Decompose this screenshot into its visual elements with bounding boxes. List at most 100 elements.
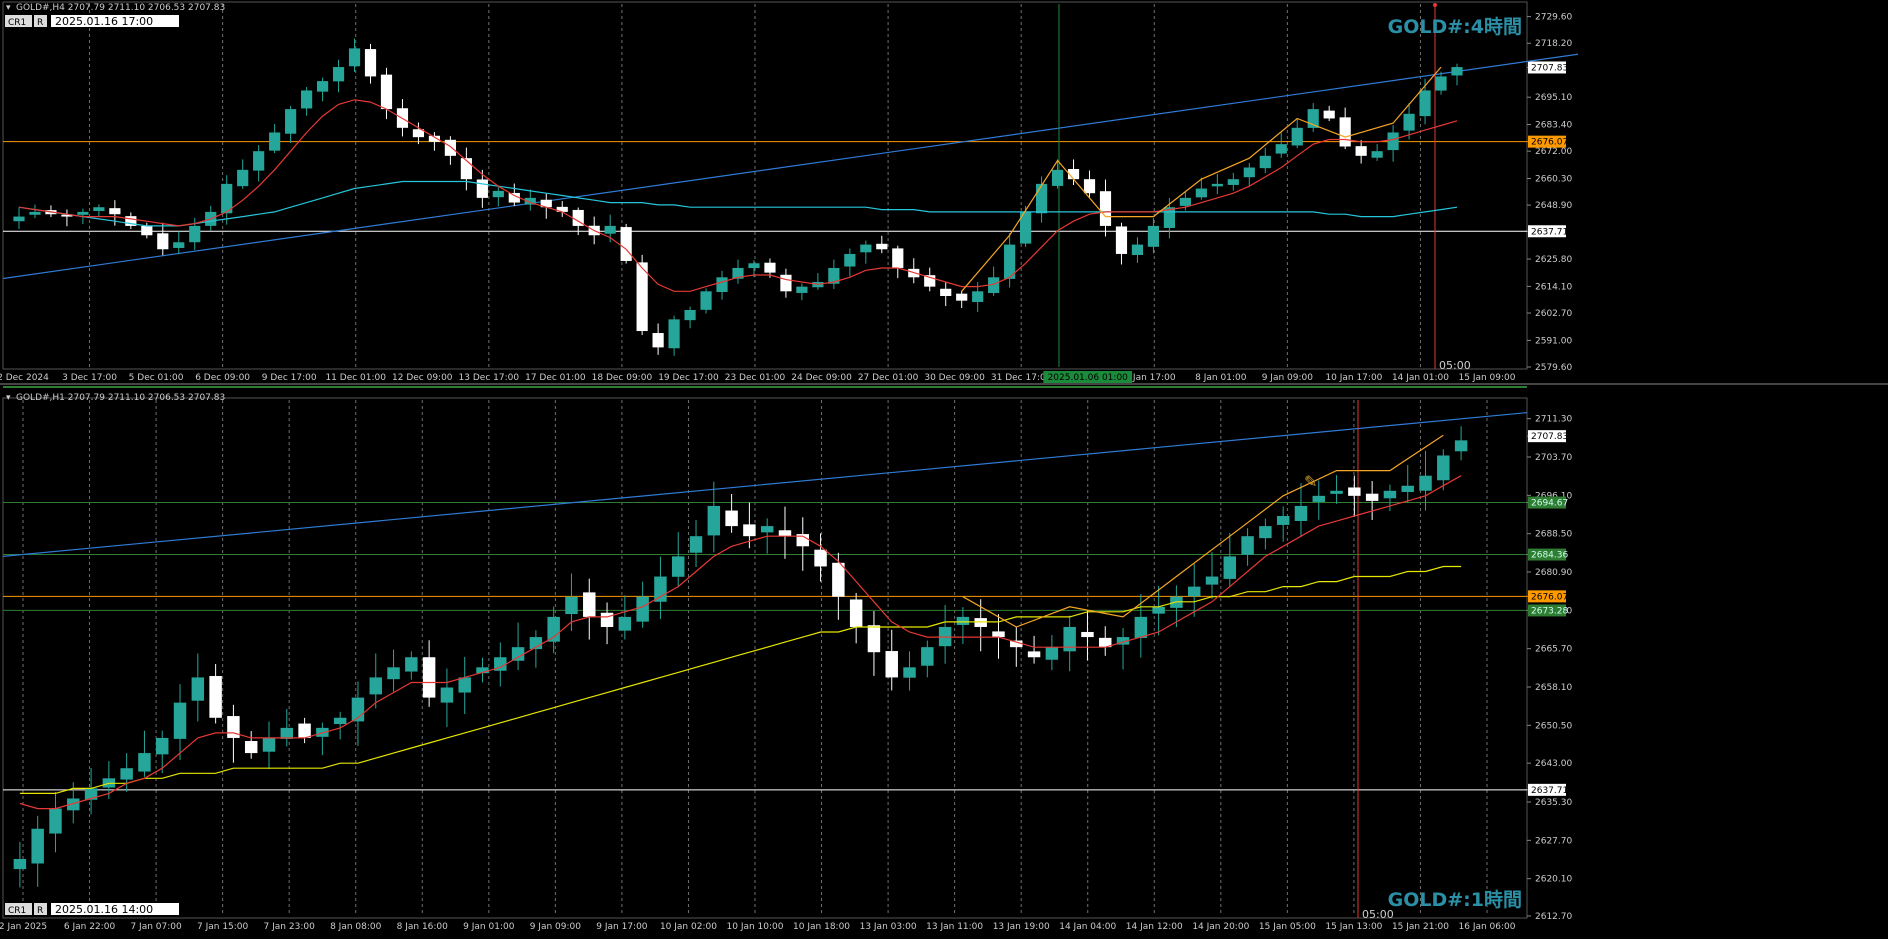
panel-h1[interactable]: 2 Jan 2025 6 Jan 22:00 7 Jan 07:00 7 Jan 15… (0, 393, 1572, 932)
candle-body (333, 717, 347, 725)
x-tick-label: 14 Jan 01:00 (1392, 373, 1449, 383)
candle-body (1387, 132, 1399, 151)
candle-body (1437, 455, 1450, 481)
candle-body (748, 263, 760, 269)
x-tick-label: 10 Jan 18:00 (793, 922, 850, 932)
candle-body (885, 651, 898, 678)
candle-body (244, 741, 258, 754)
x-tick-label: 10 Jan 10:00 (727, 922, 784, 932)
panel-header-ohlc: GOLD#,H4 2707.79 2711.10 2706.53 2707.83 (16, 3, 225, 13)
candle-body (492, 190, 504, 198)
candle-body (380, 74, 393, 110)
x-tick-label: 23 Dec 01:00 (725, 373, 786, 383)
candle-body (458, 677, 471, 693)
moving-average-slow-line (19, 565, 1462, 795)
candle-body (141, 225, 153, 236)
candle-body (892, 248, 904, 268)
y-tick-label: 2602.70 (1535, 309, 1572, 319)
trendline[interactable] (2, 412, 1528, 557)
candle-body (1051, 169, 1064, 186)
price-tag-label: 2676.07 (1531, 592, 1568, 602)
candle-body (77, 211, 89, 215)
chart-watermark-title: GOLD#:4時間 (1388, 16, 1522, 38)
x-tick-label: 6 Jan 22:00 (64, 922, 116, 932)
candle-body (1259, 526, 1272, 539)
candle-body (1083, 179, 1096, 194)
x-tick-label: 14 Jan 12:00 (1126, 922, 1183, 932)
candle-body (956, 616, 970, 625)
x-tick-label: 3 Dec 17:00 (62, 373, 117, 383)
candle-body (1276, 516, 1290, 525)
candle-body (298, 723, 311, 738)
y-tick-label: 2672.00 (1535, 147, 1572, 157)
y-tick-label: 2658.10 (1535, 683, 1572, 693)
candle-body (671, 556, 685, 577)
y-tick-label: 2614.10 (1535, 282, 1572, 292)
candle-body (796, 286, 808, 293)
x-tick-label: 7 Jan 07:00 (130, 922, 182, 932)
candle-body (1205, 576, 1219, 585)
x-tick-label: 13 Dec 17:00 (459, 373, 520, 383)
badge-label: CR1 (8, 18, 26, 28)
candle-body (760, 526, 774, 533)
badge-label: R (37, 18, 43, 28)
candle-body (138, 753, 151, 772)
y-tick-label: 2620.10 (1535, 875, 1572, 885)
panel-menu-icon: ▾ (6, 393, 11, 403)
y-tick-label: 2683.40 (1535, 121, 1572, 131)
candle-body (1435, 76, 1447, 91)
candle-body (511, 647, 525, 661)
y-tick-label: 2695.10 (1535, 93, 1572, 103)
candle-body (1403, 113, 1415, 131)
panel-menu-icon: ▾ (6, 3, 11, 13)
panel-separator (0, 383, 1888, 385)
x-tick-label: 10 Jan 02:00 (660, 922, 717, 932)
x-tick-label: 2 Jan 2025 (0, 922, 47, 932)
candle-body (316, 81, 329, 92)
x-tick-label: 10 Jan 17:00 (1325, 373, 1382, 383)
candle-body (444, 139, 456, 156)
moving-average-slow-line (18, 180, 1458, 227)
candle-body (262, 737, 276, 752)
candle-body (173, 242, 185, 248)
candle-body (684, 310, 696, 321)
x-tick-label: 17 Dec 01:00 (525, 373, 586, 383)
candle-body (93, 207, 105, 211)
moving-average-fast-line (19, 475, 1462, 810)
candle-body (972, 291, 984, 302)
candle-body (13, 859, 27, 870)
chart-canvas[interactable]: 2 Dec 2024 3 Dec 17:00 5 Dec 01:00 6 Dec 09… (0, 0, 1888, 935)
candle-body (867, 625, 881, 653)
candle-body (652, 333, 664, 348)
panel-header-ohlc: GOLD#,H1 2707.79 2711.10 2706.53 2707.83 (16, 393, 225, 403)
candle-body (849, 599, 863, 627)
x-tick-label: Jan 17:00 (1132, 373, 1176, 383)
y-tick-label: 2648.90 (1535, 201, 1572, 211)
candle-body (1045, 647, 1059, 660)
candle-body (29, 211, 41, 215)
candle-body (1454, 440, 1468, 452)
x-tick-label: 13 Jan 11:00 (926, 922, 983, 932)
price-tag-label: 2694.67 (1531, 499, 1568, 509)
candle-body (364, 49, 377, 77)
badge-label: CR1 (8, 906, 26, 916)
x-tick-label: 9 Jan 09:00 (530, 922, 582, 932)
panel-h4[interactable]: 2 Dec 2024 3 Dec 17:00 5 Dec 01:00 6 Dec 09… (0, 1, 1579, 383)
candle-body (269, 132, 281, 151)
x-tick-label: 19 Dec 17:00 (658, 373, 719, 383)
y-tick-label: 2660.30 (1535, 174, 1572, 184)
candle-body (1187, 586, 1201, 597)
trendline[interactable] (2, 53, 1579, 280)
price-tag-label: 2637.71 (1531, 786, 1568, 796)
x-tick-label: 18 Dec 09:00 (592, 373, 653, 383)
candle-body (13, 216, 25, 222)
candle-body (654, 576, 667, 602)
candle-body (280, 727, 294, 739)
y-tick-label: 2625.80 (1535, 255, 1572, 265)
x-tick-label: 8 Jan 16:00 (397, 922, 449, 932)
pencil-icon: ✎ (1304, 472, 1317, 491)
candle-body (1152, 606, 1165, 614)
candle-body (1383, 490, 1397, 499)
candle-body (600, 612, 614, 627)
y-tick-label: 2729.60 (1535, 13, 1572, 23)
